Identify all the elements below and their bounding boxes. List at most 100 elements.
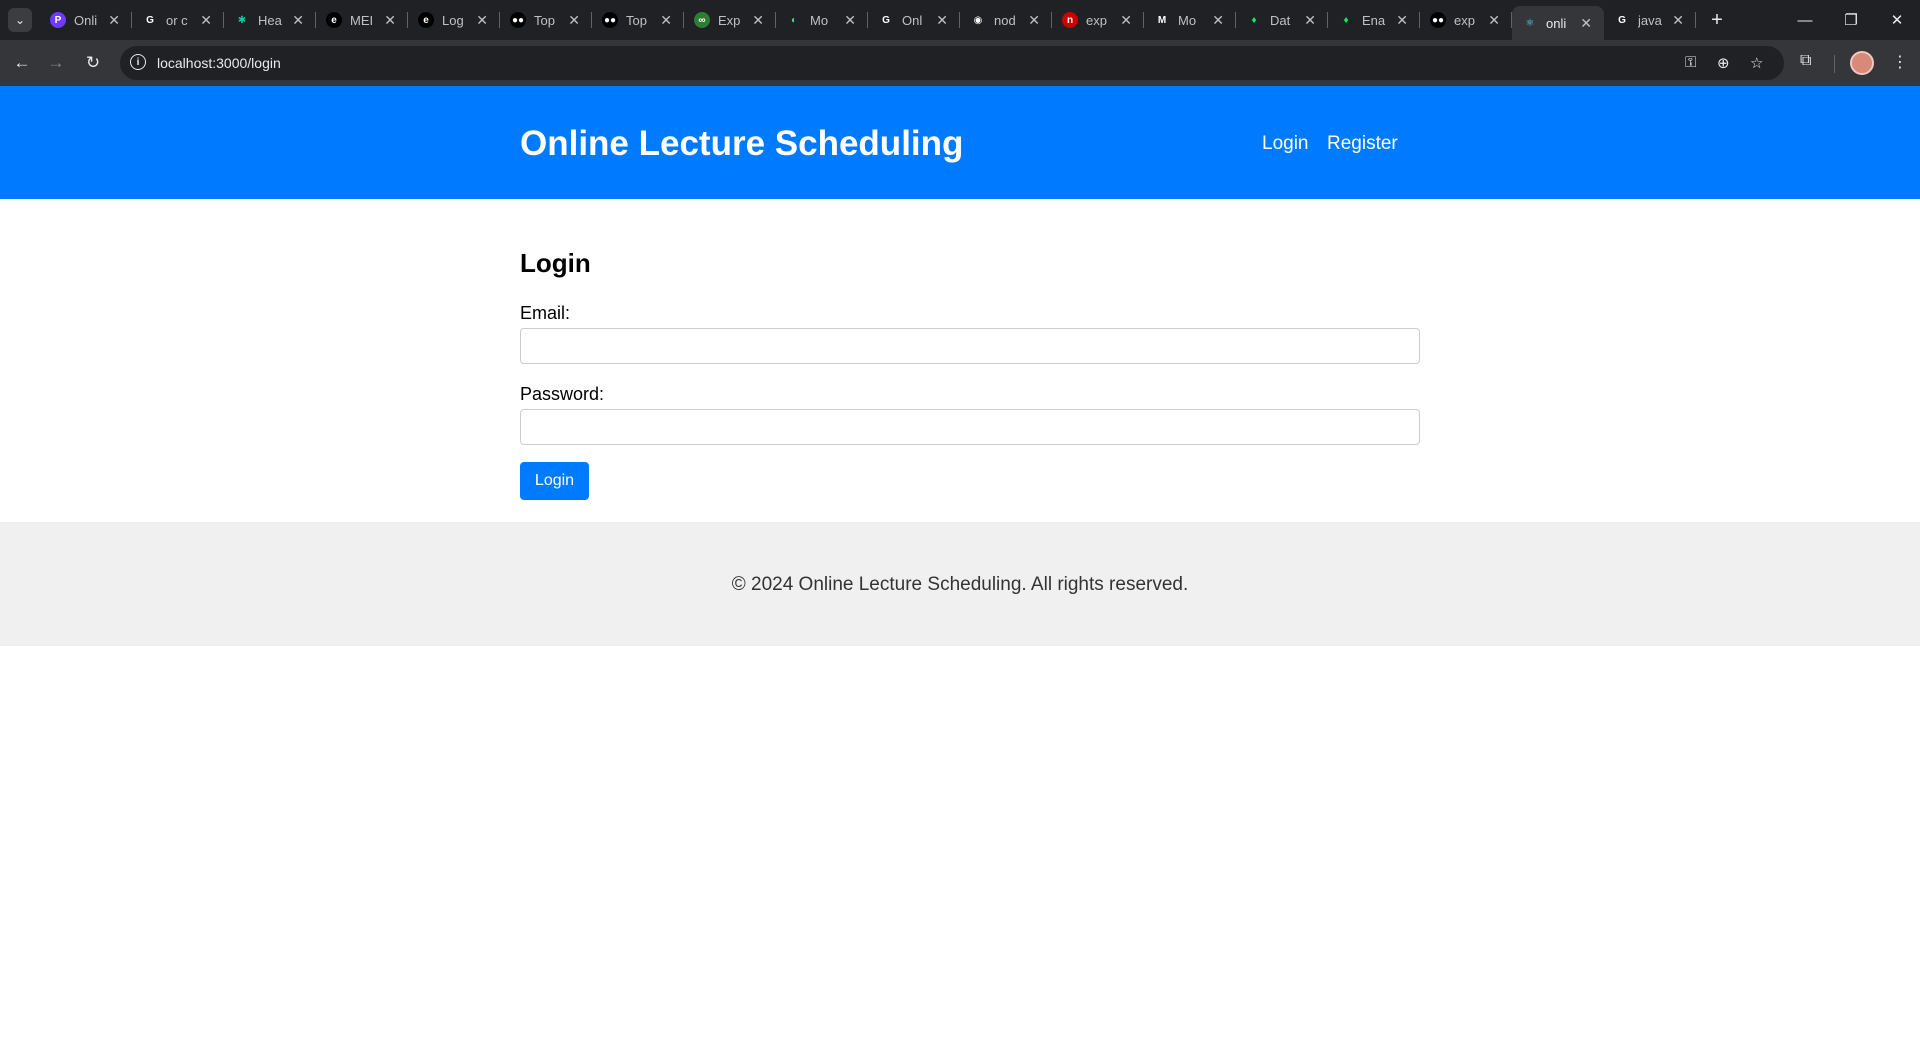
site-title: Online Lecture Scheduling [520, 124, 964, 163]
address-url[interactable]: localhost:3000/login [157, 55, 281, 71]
browser-tab-title: Ena [1362, 12, 1386, 28]
browser-tab[interactable]: P Onli ✕ [40, 0, 132, 40]
extensions-icon[interactable]: ⧉ [1800, 52, 1811, 70]
close-tab-icon[interactable]: ✕ [200, 12, 212, 29]
zoom-icon[interactable]: ⊕ [1717, 54, 1730, 72]
new-tab-button[interactable]: + [1703, 6, 1731, 34]
footer-copyright: © 2024 Online Lecture Scheduling. All ri… [731, 574, 1189, 595]
browser-tab[interactable]: ∞ Exp ✕ [684, 0, 776, 40]
browser-tab[interactable]: ●● exp ✕ [1420, 0, 1512, 40]
browser-tab-title: or c [166, 12, 188, 28]
arrow-left-icon: ← [13, 53, 31, 72]
site-icon: e [418, 12, 434, 28]
browser-toolbar: ← → ↻ i localhost:3000/login ⚿ ⊕ ☆ ⧉ ⋮ [0, 40, 1920, 86]
email-label: Email: [520, 303, 571, 323]
browser-tab[interactable]: ◉ nod ✕ [960, 0, 1052, 40]
close-tab-icon[interactable]: ✕ [1212, 12, 1224, 29]
chevron-down-icon: ⌄ [14, 13, 26, 27]
password-field[interactable] [520, 409, 1420, 445]
browser-tab-title: exp [1454, 12, 1475, 28]
close-tab-icon[interactable]: ✕ [752, 12, 764, 29]
mongodb-icon: ♦ [1251, 14, 1257, 26]
reload-button[interactable]: ↻ [79, 49, 107, 77]
browser-tab[interactable]: e Log ✕ [408, 0, 500, 40]
browser-tab[interactable]: ♦ Ena ✕ [1328, 0, 1420, 40]
site-info-icon[interactable]: i [130, 54, 146, 70]
browser-tab[interactable]: ●● Top ✕ [592, 0, 684, 40]
browser-tab[interactable]: Gjava ✕ [1604, 0, 1696, 40]
browser-tab-title: Mo [1178, 12, 1197, 28]
browser-tab-title: exp [1086, 12, 1107, 28]
site-icon: e [326, 12, 342, 28]
browser-tab[interactable]: ●● Top ✕ [500, 0, 592, 40]
browser-tab[interactable]: Gor c ✕ [132, 0, 224, 40]
browser-tab[interactable]: G Onl ✕ [868, 0, 960, 40]
google-icon: G [882, 14, 890, 26]
close-tab-icon[interactable]: ✕ [1120, 12, 1132, 29]
restore-button[interactable]: ❐ [1828, 0, 1874, 40]
browser-tab[interactable]: ⚛ onli ✕ [1512, 6, 1604, 40]
browser-tab-strip: ⌄ P Onli ✕ Gor c ✕ ✱ Hea ✕ e MEI ✕ e Log ✕ ●● Top ✕ ●● Top… [0, 0, 1920, 40]
medium-icon: ●● [1430, 12, 1446, 28]
address-bar[interactable]: i localhost:3000/login ⚿ ⊕ ☆ [120, 46, 1784, 80]
react-icon: ⚛ [1525, 17, 1535, 29]
close-tab-icon[interactable]: ✕ [384, 12, 396, 29]
email-field[interactable] [520, 328, 1420, 364]
close-tab-icon[interactable]: ✕ [1488, 12, 1500, 29]
forward-button[interactable]: → [42, 49, 70, 77]
close-tab-icon[interactable]: ✕ [292, 12, 304, 29]
browser-tab[interactable]: ♦ Dat ✕ [1236, 0, 1328, 40]
medium-icon: ●● [510, 12, 526, 28]
close-window-button[interactable]: ✕ [1874, 0, 1920, 40]
close-tab-icon[interactable]: ✕ [844, 12, 856, 29]
star-icon: ✱ [237, 14, 247, 26]
close-tab-icon[interactable]: ✕ [1396, 12, 1408, 29]
close-tab-icon[interactable]: ✕ [568, 12, 580, 29]
close-tab-icon[interactable]: ✕ [1304, 12, 1316, 29]
close-tab-icon[interactable]: ✕ [660, 12, 672, 29]
browser-tab-title: onli [1546, 15, 1567, 31]
site-icon: ◐ [790, 14, 798, 26]
profile-avatar[interactable] [1850, 51, 1874, 75]
nav-login-link[interactable]: Login [1262, 133, 1309, 155]
bookmark-star-icon[interactable]: ☆ [1750, 54, 1763, 72]
google-icon: G [1618, 14, 1626, 26]
site-icon: ∞ [694, 12, 710, 28]
minimize-button[interactable]: — [1782, 0, 1828, 40]
back-button[interactable]: ← [8, 49, 36, 77]
menu-kebab-icon[interactable]: ⋮ [1892, 52, 1908, 72]
browser-tab[interactable]: M Mo ✕ [1144, 0, 1236, 40]
tab-search-button[interactable]: ⌄ [8, 8, 32, 32]
close-tab-icon[interactable]: ✕ [108, 12, 120, 29]
key-icon[interactable]: ⚿ [1685, 54, 1696, 71]
browser-tab-title: MEI [350, 12, 374, 28]
site-icon: P [50, 12, 66, 28]
login-submit-button[interactable]: Login [520, 462, 589, 500]
close-tab-icon[interactable]: ✕ [476, 12, 488, 29]
browser-tab-title: Top [626, 12, 647, 28]
site-header: Online Lecture Scheduling Login Register [0, 86, 1920, 199]
browser-tab[interactable]: ◐ Mo ✕ [776, 0, 868, 40]
browser-tab-title: nod [994, 12, 1016, 28]
nav-register-link[interactable]: Register [1327, 133, 1398, 155]
browser-tab-title: Onli [74, 12, 98, 28]
password-label: Password: [520, 384, 605, 404]
github-icon: ◉ [973, 14, 983, 26]
browser-tab-title: Top [534, 12, 555, 28]
close-tab-icon[interactable]: ✕ [1028, 12, 1040, 29]
reload-icon: ↻ [85, 53, 101, 72]
google-icon: G [146, 14, 154, 26]
toolbar-separator [1834, 55, 1835, 73]
site-icon: M [1157, 14, 1167, 26]
browser-tab-title: Onl [902, 12, 923, 28]
close-tab-icon[interactable]: ✕ [1580, 15, 1592, 32]
browser-tab[interactable]: n exp ✕ [1052, 0, 1144, 40]
close-tab-icon[interactable]: ✕ [936, 12, 948, 29]
medium-icon: ●● [602, 12, 618, 28]
close-tab-icon[interactable]: ✕ [1672, 12, 1684, 29]
browser-tab[interactable]: e MEI ✕ [316, 0, 408, 40]
mongodb-icon: ♦ [1343, 14, 1349, 26]
browser-tab-title: Mo [810, 12, 829, 28]
browser-tab[interactable]: ✱ Hea ✕ [224, 0, 316, 40]
browser-tab-title: java [1638, 12, 1662, 28]
